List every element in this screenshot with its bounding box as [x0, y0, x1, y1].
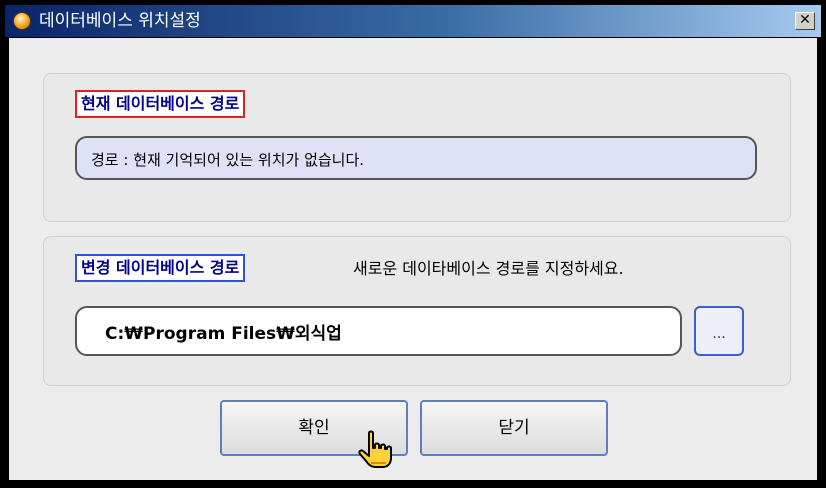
hand-pointer-icon: [358, 430, 392, 468]
current-path-display: 경로 : 현재 기억되어 있는 위치가 없습니다.: [75, 136, 757, 180]
change-path-hint: 새로운 데이타베이스 경로를 지정하세요.: [353, 259, 624, 278]
change-path-label: 변경 데이터베이스 경로: [75, 254, 246, 282]
window-title: 데이터베이스 위치설정: [39, 11, 201, 31]
new-path-input[interactable]: [75, 306, 682, 356]
browse-button[interactable]: ...: [694, 306, 744, 356]
dialog-window: 데이터베이스 위치설정 ✕ 현재 데이터베이스 경로 경로 : 현재 기억되어 …: [0, 0, 826, 488]
close-icon[interactable]: ✕: [795, 12, 815, 30]
dialog-body: 현재 데이터베이스 경로 경로 : 현재 기억되어 있는 위치가 없습니다. 변…: [9, 38, 817, 480]
database-app-icon: [13, 12, 31, 30]
current-path-text: 경로 : 현재 기억되어 있는 위치가 없습니다.: [91, 151, 365, 169]
close-button[interactable]: 닫기: [420, 400, 608, 456]
current-path-label: 현재 데이터베이스 경로: [75, 90, 246, 118]
title-bar[interactable]: 데이터베이스 위치설정 ✕: [5, 5, 821, 37]
